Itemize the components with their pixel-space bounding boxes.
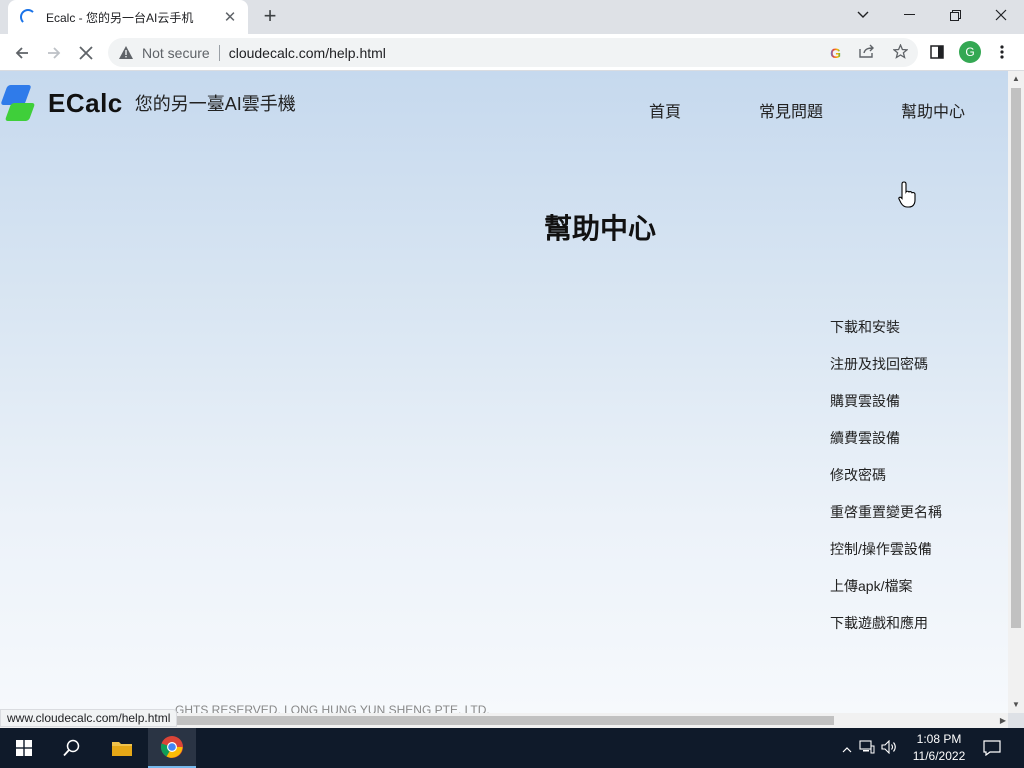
network-icon[interactable] xyxy=(856,739,878,757)
footer-copyright: GHTS RESERVED. LONG HUNG YUN SHENG PTE. … xyxy=(175,703,490,713)
profile-avatar[interactable]: G xyxy=(957,39,983,65)
help-link-upload-apk[interactable]: 上傳apk/檔案 xyxy=(830,576,942,613)
vertical-scrollbar[interactable]: ▲ ▼ xyxy=(1008,71,1024,713)
stop-loading-button[interactable] xyxy=(72,39,100,67)
tab-title: Ecalc - 您的另一台AI云手机 xyxy=(46,10,194,25)
scroll-down-arrow-icon[interactable]: ▼ xyxy=(1008,697,1024,713)
help-link-download-install[interactable]: 下載和安裝 xyxy=(830,317,942,354)
back-button[interactable] xyxy=(8,39,36,67)
help-topics-list: 下載和安裝 注册及找回密碼 購買雲設備 續費雲設備 修改密碼 重啓重置變更名稱 … xyxy=(830,317,942,650)
page-title: 幫助中心 xyxy=(543,213,656,244)
help-link-control-device[interactable]: 控制/操作雲設備 xyxy=(830,539,942,576)
omnibox-divider xyxy=(218,44,220,61)
notifications-icon[interactable] xyxy=(968,728,1016,768)
forward-button[interactable] xyxy=(40,39,68,67)
chrome-menu-icon[interactable] xyxy=(989,39,1015,65)
site-brand[interactable]: ECalc 您的另一臺AI雲手機 xyxy=(0,83,296,123)
nav-home[interactable]: 首頁 xyxy=(649,98,681,122)
security-label[interactable]: Not secure xyxy=(142,45,210,61)
help-link-change-password[interactable]: 修改密碼 xyxy=(830,465,942,502)
system-tray xyxy=(838,728,900,768)
nav-faq[interactable]: 常見問題 xyxy=(759,98,823,122)
file-explorer-icon[interactable] xyxy=(98,728,146,768)
help-link-download-games[interactable]: 下載遊戲和應用 xyxy=(830,613,942,650)
start-button[interactable] xyxy=(0,728,48,768)
browser-tab[interactable]: Ecalc - 您的另一台AI云手机 ✕ xyxy=(8,0,248,34)
page-viewport: ECalc 您的另一臺AI雲手機 首頁 常見問題 幫助中心 幫助中心 下載和安裝… xyxy=(0,71,1008,713)
nav-help-center[interactable]: 幫助中心 xyxy=(901,98,965,122)
help-link-restart-reset-rename[interactable]: 重啓重置變更名稱 xyxy=(830,502,942,539)
scroll-right-arrow-icon[interactable]: ▶ xyxy=(1000,713,1006,728)
tab-search-icon[interactable] xyxy=(840,0,886,30)
tab-close-icon[interactable]: ✕ xyxy=(222,8,238,26)
google-translate-icon[interactable]: G xyxy=(830,45,841,61)
close-window-button[interactable] xyxy=(978,0,1024,30)
loading-spinner-icon xyxy=(20,9,36,25)
url-text[interactable]: cloudecalc.com/help.html xyxy=(229,45,386,61)
clock-time: 1:08 PM xyxy=(916,732,962,746)
bookmark-star-icon[interactable] xyxy=(892,42,909,62)
minimize-button[interactable] xyxy=(886,0,932,30)
taskbar-clock[interactable]: 1:08 PM 11/6/2022 xyxy=(906,731,972,765)
clock-date: 11/6/2022 xyxy=(912,749,966,763)
brand-slogan: 您的另一臺AI雲手機 xyxy=(134,94,296,114)
help-link-register-recover[interactable]: 注册及找回密碼 xyxy=(830,354,942,391)
tab-strip: Ecalc - 您的另一台AI云手机 ✕ + xyxy=(0,0,1024,34)
warning-icon[interactable] xyxy=(118,45,134,61)
volume-icon[interactable] xyxy=(878,739,900,757)
windows-taskbar: 1:08 PM 11/6/2022 xyxy=(0,728,1024,768)
chrome-taskbar-icon[interactable] xyxy=(148,728,196,768)
side-panel-icon[interactable] xyxy=(924,39,950,65)
show-hidden-icons-icon[interactable] xyxy=(838,741,856,756)
scroll-up-arrow-icon[interactable]: ▲ xyxy=(1008,71,1024,87)
browser-toolbar: Not secure cloudecalc.com/help.html G G xyxy=(0,34,1024,71)
brand-name: ECalc xyxy=(48,87,123,118)
help-link-buy-device[interactable]: 購買雲設備 xyxy=(830,391,942,428)
link-status-bubble: www.cloudecalc.com/help.html xyxy=(0,709,178,727)
restore-button[interactable] xyxy=(932,0,978,30)
hand-cursor-icon xyxy=(898,181,916,208)
share-icon[interactable] xyxy=(859,44,875,61)
new-tab-button[interactable]: + xyxy=(258,5,282,29)
search-icon[interactable] xyxy=(48,728,96,768)
address-bar[interactable]: Not secure cloudecalc.com/help.html G xyxy=(108,38,918,67)
help-link-renew-device[interactable]: 續費雲設備 xyxy=(830,428,942,465)
ecalc-logo-icon xyxy=(0,83,36,123)
avatar: G xyxy=(959,41,981,63)
vertical-scroll-thumb[interactable] xyxy=(1011,88,1021,628)
